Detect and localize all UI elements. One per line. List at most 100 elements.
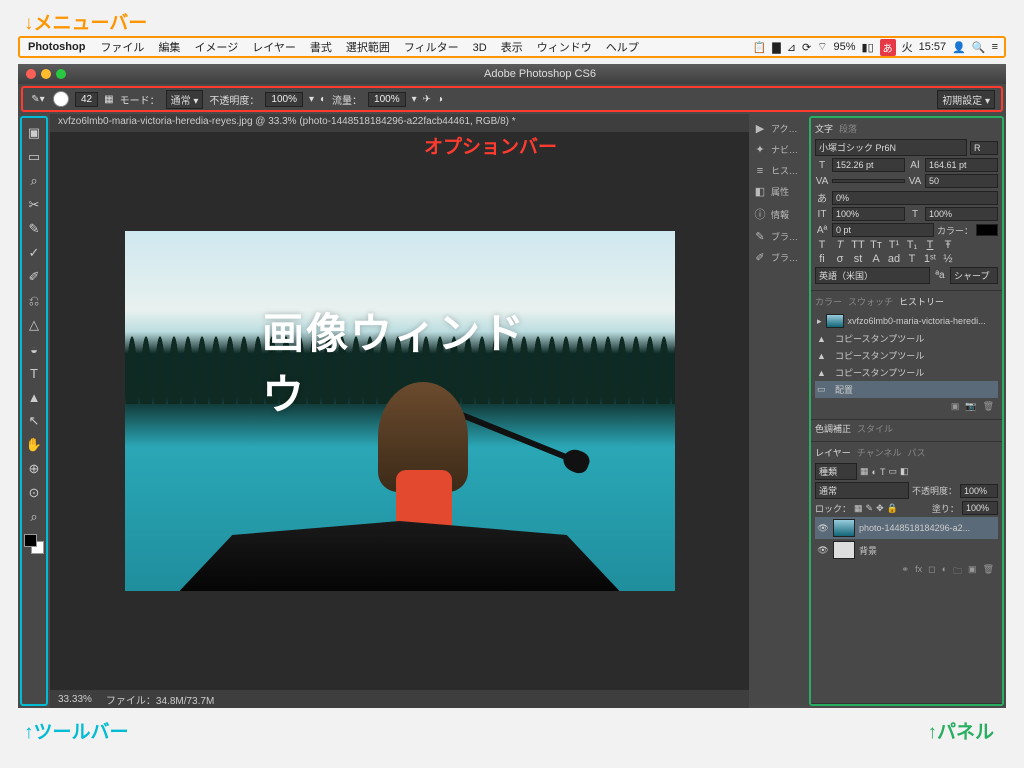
baseline-field[interactable]: 0%: [832, 191, 998, 205]
history-row[interactable]: ▲コピースタンプツール: [815, 364, 998, 381]
history-row[interactable]: ▲コピースタンプツール: [815, 347, 998, 364]
layer-fx-icon[interactable]: fx: [915, 564, 922, 580]
swash-button[interactable]: st: [851, 253, 865, 265]
collapsed-panel-ナビ…[interactable]: ✦ナビ…: [749, 143, 809, 156]
frac-button[interactable]: 1ˢᵗ: [923, 253, 937, 265]
minimize-icon[interactable]: [41, 69, 51, 79]
menu-書式[interactable]: 書式: [303, 42, 339, 54]
titling-button[interactable]: ad: [887, 253, 901, 265]
airbrush-icon[interactable]: ✈: [423, 94, 431, 105]
lock-pos-icon[interactable]: ✥: [876, 503, 884, 514]
filter-pixel-icon[interactable]: ▦: [860, 466, 869, 477]
layer-blend-select[interactable]: 通常: [815, 482, 909, 499]
canvas[interactable]: 画像ウィンドウ: [125, 231, 675, 591]
lock-trans-icon[interactable]: ▦: [854, 503, 863, 514]
new-group-icon[interactable]: 🗀: [953, 564, 962, 580]
tab-layers[interactable]: レイヤー: [815, 446, 851, 459]
brush-tool-icon[interactable]: ✎▾: [29, 94, 47, 105]
document-tab[interactable]: xvfzo6lmb0-maria-victoria-heredia-reyes.…: [50, 114, 749, 132]
collapsed-panel-情報[interactable]: ⓘ情報: [749, 206, 809, 222]
zoom-icon[interactable]: [56, 69, 66, 79]
opacity-field[interactable]: 100%: [265, 92, 303, 107]
tool-button-10[interactable]: T: [23, 362, 45, 384]
filter-smart-icon[interactable]: ◧: [900, 466, 909, 477]
menu-icon[interactable]: ≡: [992, 41, 998, 53]
canvas-area[interactable]: 画像ウィンドウ: [50, 132, 749, 690]
workspace-preset[interactable]: 初期設定 ▾: [937, 90, 995, 109]
allcaps-button[interactable]: TT: [851, 239, 865, 251]
tool-button-14[interactable]: ⊕: [23, 458, 45, 480]
tool-button-5[interactable]: ✓: [23, 242, 45, 264]
layer-mask-icon[interactable]: ◻: [928, 564, 935, 580]
layer-row[interactable]: 👁photo-1448518184296-a2...: [815, 517, 998, 539]
collapsed-panel-ブラ…[interactable]: ✎ブラ…: [749, 230, 809, 243]
subscript-button[interactable]: T₁: [905, 239, 919, 251]
shift-field[interactable]: 0 pt: [832, 223, 934, 237]
tab-adjustments[interactable]: 色調補正: [815, 422, 851, 435]
hscale-field[interactable]: 100%: [925, 207, 998, 221]
tool-button-13[interactable]: ✋: [23, 434, 45, 456]
lock-paint-icon[interactable]: ✎: [866, 503, 874, 514]
tool-button-9[interactable]: ◒: [23, 338, 45, 360]
collapsed-panel-ヒス…[interactable]: ≡ヒス…: [749, 164, 809, 177]
brush-preview[interactable]: [53, 91, 69, 107]
tab-character[interactable]: 文字: [815, 122, 833, 135]
font-style-select[interactable]: R: [970, 141, 998, 155]
pressure-size-icon[interactable]: ◑: [437, 94, 443, 105]
superscript-button[interactable]: T¹: [887, 239, 901, 251]
vscale-field[interactable]: 100%: [832, 207, 905, 221]
layer-opacity-field[interactable]: 100%: [960, 484, 998, 498]
delete-layer-icon[interactable]: 🗑: [983, 564, 994, 580]
font-size-field[interactable]: 152.26 pt: [832, 158, 905, 172]
menu-イメージ[interactable]: イメージ: [187, 42, 245, 54]
language-select[interactable]: 英語（米国）: [815, 267, 930, 284]
tab-history[interactable]: ヒストリー: [899, 295, 944, 308]
new-snapshot-icon[interactable]: 📷: [965, 401, 976, 412]
tool-button-3[interactable]: ✂: [23, 194, 45, 216]
tool-button-12[interactable]: ↖: [23, 410, 45, 432]
lock-all-icon[interactable]: 🔒: [887, 503, 898, 514]
history-doc-row[interactable]: ▸ xvfzo6lmb0-maria-victoria-heredi...: [815, 312, 998, 330]
menu-レイヤー[interactable]: レイヤー: [245, 42, 303, 54]
tool-button-0[interactable]: ▣: [23, 122, 45, 144]
tool-button-11[interactable]: ▲: [23, 386, 45, 408]
collapsed-panel-ブラ…[interactable]: ✐ブラ…: [749, 251, 809, 264]
flow-field[interactable]: 100%: [368, 92, 406, 107]
leading-field[interactable]: 164.61 pt: [925, 158, 998, 172]
close-icon[interactable]: [26, 69, 36, 79]
tool-button-15[interactable]: ⊙: [23, 482, 45, 504]
visibility-icon[interactable]: 👁: [817, 545, 829, 556]
tab-paths[interactable]: パス: [907, 446, 925, 459]
tracking-field[interactable]: 50: [925, 174, 998, 188]
user-icon[interactable]: 👤: [952, 41, 966, 54]
ordinal-button[interactable]: T: [905, 253, 919, 265]
font-family-select[interactable]: 小塚ゴシック Pr6N: [815, 139, 967, 156]
ord-button[interactable]: σ: [833, 253, 847, 265]
ime-indicator[interactable]: あ: [880, 39, 896, 56]
new-fill-icon[interactable]: ◐: [942, 564, 947, 580]
tool-button-6[interactable]: ✐: [23, 266, 45, 288]
filter-type-icon[interactable]: T: [880, 467, 886, 477]
alt-button[interactable]: A: [869, 253, 883, 265]
tool-button-16[interactable]: ⌕: [23, 506, 45, 528]
tool-button-4[interactable]: ✎: [23, 218, 45, 240]
tab-channels[interactable]: チャンネル: [857, 446, 902, 459]
tab-paragraph[interactable]: 段落: [839, 122, 857, 135]
color-swatches[interactable]: [24, 534, 44, 554]
menu-3D[interactable]: 3D: [466, 42, 494, 54]
fi-button[interactable]: fi: [815, 253, 829, 265]
collapsed-panel-属性[interactable]: ◧属性: [749, 185, 809, 198]
menu-編集[interactable]: 編集: [151, 42, 187, 54]
text-color-swatch[interactable]: [976, 224, 998, 236]
delete-state-icon[interactable]: 🗑: [983, 401, 994, 412]
menu-ウィンドウ[interactable]: ウィンドウ: [530, 42, 599, 54]
history-row[interactable]: ▲コピースタンプツール: [815, 330, 998, 347]
tool-button-7[interactable]: ⎌: [23, 290, 45, 312]
history-row-selected[interactable]: ▭ 配置: [815, 381, 998, 398]
tab-styles[interactable]: スタイル: [857, 422, 893, 435]
menu-ヘルプ[interactable]: ヘルプ: [599, 42, 646, 54]
filter-adjust-icon[interactable]: ◐: [872, 467, 877, 477]
brush-size-field[interactable]: 42: [75, 92, 98, 107]
zoom-level[interactable]: 33.33%: [58, 694, 92, 705]
new-layer-icon[interactable]: ▣: [968, 564, 977, 580]
